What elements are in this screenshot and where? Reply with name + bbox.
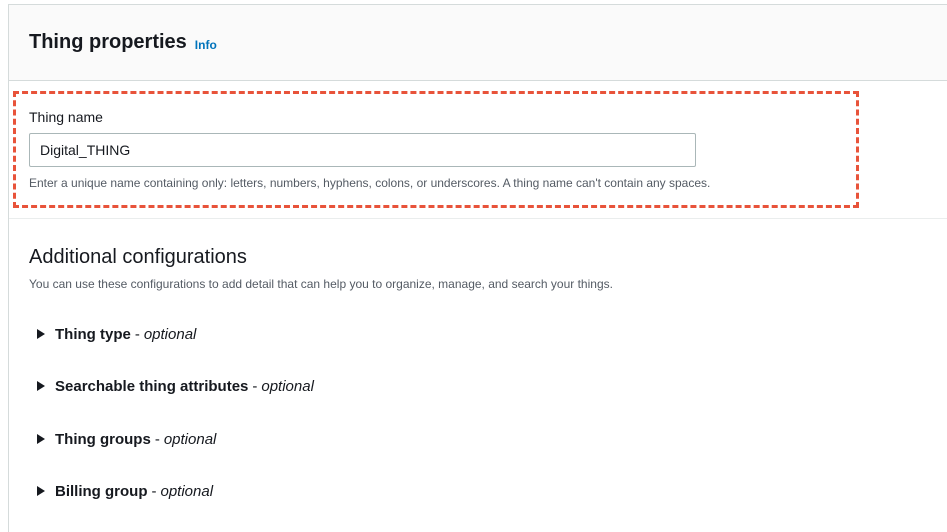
expander-thing-type[interactable]: Thing type - optional xyxy=(37,324,196,344)
caret-right-icon xyxy=(37,486,45,496)
expander-thing-groups[interactable]: Thing groups - optional xyxy=(37,429,216,449)
caret-right-icon xyxy=(37,381,45,391)
additional-configurations-description: You can use these configurations to add … xyxy=(29,277,613,291)
info-link[interactable]: Info xyxy=(195,38,217,52)
expander-label: Searchable thing attributes xyxy=(55,377,249,395)
expander-separator: - xyxy=(151,482,157,500)
page-title: Thing properties xyxy=(29,31,187,53)
expander-optional-text: optional xyxy=(261,377,314,395)
expander-label: Billing group xyxy=(55,482,148,500)
expander-separator: - xyxy=(252,377,258,395)
expander-billing-group[interactable]: Billing group - optional xyxy=(37,481,213,501)
thing-name-section: Thing name Enter a unique name containin… xyxy=(9,81,947,219)
caret-right-icon xyxy=(37,434,45,444)
caret-right-icon xyxy=(37,329,45,339)
thing-name-input[interactable] xyxy=(29,133,696,167)
expander-optional-text: optional xyxy=(143,325,197,343)
expander-separator: - xyxy=(154,430,160,448)
thing-properties-panel: Thing properties Info Thing name Enter a… xyxy=(8,4,947,532)
expander-searchable-thing-attributes[interactable]: Searchable thing attributes - optional xyxy=(37,376,314,396)
expander-label: Thing type xyxy=(55,325,131,343)
additional-configurations: Additional configurations You can use th… xyxy=(9,246,947,291)
thing-name-hint: Enter a unique name containing only: let… xyxy=(29,176,711,190)
expander-separator: - xyxy=(134,325,140,343)
expander-optional-text: optional xyxy=(163,430,217,448)
additional-configurations-title: Additional configurations xyxy=(29,246,247,268)
expander-optional-text: optional xyxy=(160,482,214,500)
thing-name-label: Thing name xyxy=(29,109,103,125)
expander-label: Thing groups xyxy=(55,430,151,448)
panel-header: Thing properties Info xyxy=(9,5,947,81)
